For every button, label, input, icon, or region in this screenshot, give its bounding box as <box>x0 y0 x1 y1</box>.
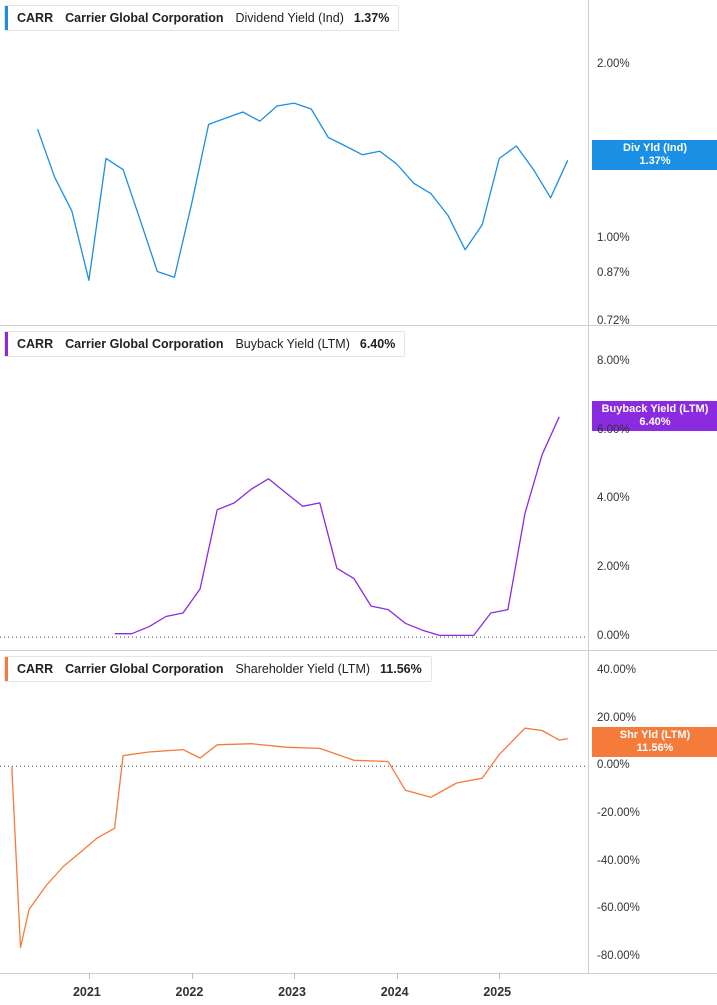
series-line <box>114 416 560 637</box>
y-tick-label: 2.00% <box>597 561 630 574</box>
x-tick <box>396 973 398 979</box>
x-axis-line <box>0 973 717 974</box>
y-tick-label: -60.00% <box>597 902 640 915</box>
dividend-yield-legend[interactable]: CARR Carrier Global Corporation Dividend… <box>4 5 400 31</box>
shareholder-yield-price-flag: Shr Yld (LTM) 11.56% <box>592 727 717 757</box>
flag-value: 11.56% <box>636 742 674 754</box>
legend-metric: Buyback Yield (LTM) <box>235 337 350 351</box>
x-tick-label: 2021 <box>72 985 101 999</box>
legend-value: 1.37% <box>353 11 390 25</box>
y-tick-label: 2.00% <box>597 58 630 71</box>
y-tick-label: 4.00% <box>597 492 630 505</box>
x-tick <box>88 973 90 979</box>
legend-ticker: CARR <box>17 337 54 351</box>
y-tick-label: -20.00% <box>597 807 640 819</box>
y-tick-label: -40.00% <box>597 854 640 867</box>
legend-metric: Shareholder Yield (LTM) <box>235 662 371 676</box>
series-line <box>11 727 568 949</box>
x-tick-label: 2024 <box>380 985 409 999</box>
series-color-swatch <box>5 332 8 356</box>
y-tick-label: 1.00% <box>597 232 630 245</box>
buyback-yield-legend[interactable]: CARR Carrier Global Corporation Buyback … <box>4 331 406 357</box>
legend-company: Carrier Global Corporation <box>65 662 224 676</box>
flag-label: Buyback Yield (LTM) <box>601 403 709 415</box>
legend-value: 11.56% <box>380 662 422 676</box>
flag-label: Div Yld (Ind) <box>623 142 687 154</box>
series-color-swatch <box>5 6 8 30</box>
shareholder-yield-panel: CARR Carrier Global Corporation Sharehol… <box>0 651 717 973</box>
flag-label: Shr Yld (LTM) <box>619 729 691 741</box>
y-tick-label: 20.00% <box>597 711 637 724</box>
buyback-yield-panel: CARR Carrier Global Corporation Buyback … <box>0 326 717 650</box>
legend-company: Carrier Global Corporation <box>65 337 224 351</box>
y-axis-line <box>588 0 589 973</box>
legend-value: 6.40% <box>359 337 396 351</box>
shareholder-yield-legend[interactable]: CARR Carrier Global Corporation Sharehol… <box>4 656 432 682</box>
x-tick-label: 2022 <box>175 985 204 999</box>
y-tick-label: -80.00% <box>597 950 640 963</box>
x-tick-label: 2023 <box>278 985 306 999</box>
dividend-yield-price-flag: Div Yld (Ind) 1.37% <box>592 140 717 170</box>
legend-ticker: CARR <box>17 11 54 25</box>
y-tick-label: 0.87% <box>597 267 630 280</box>
flag-value: 1.37% <box>639 155 671 167</box>
buyback-yield-chart <box>0 416 588 638</box>
legend-metric: Dividend Yield (Ind) <box>235 11 344 25</box>
series-line <box>36 102 569 281</box>
y-tick-label: 40.00% <box>597 663 637 676</box>
x-tick-label: 2025 <box>483 985 512 999</box>
y-tick-label: 0.00% <box>597 630 630 643</box>
y-tick-label: 6.00% <box>597 423 630 436</box>
x-tick <box>499 973 501 979</box>
x-tick <box>191 973 193 979</box>
series-color-swatch <box>5 657 8 681</box>
dividend-yield-panel: CARR Carrier Global Corporation Dividend… <box>0 0 717 327</box>
legend-ticker: CARR <box>17 662 54 676</box>
x-tick <box>294 973 296 979</box>
legend-company: Carrier Global Corporation <box>65 11 224 25</box>
y-tick-label: 0.00% <box>597 759 630 772</box>
y-tick-label: 8.00% <box>597 354 630 367</box>
